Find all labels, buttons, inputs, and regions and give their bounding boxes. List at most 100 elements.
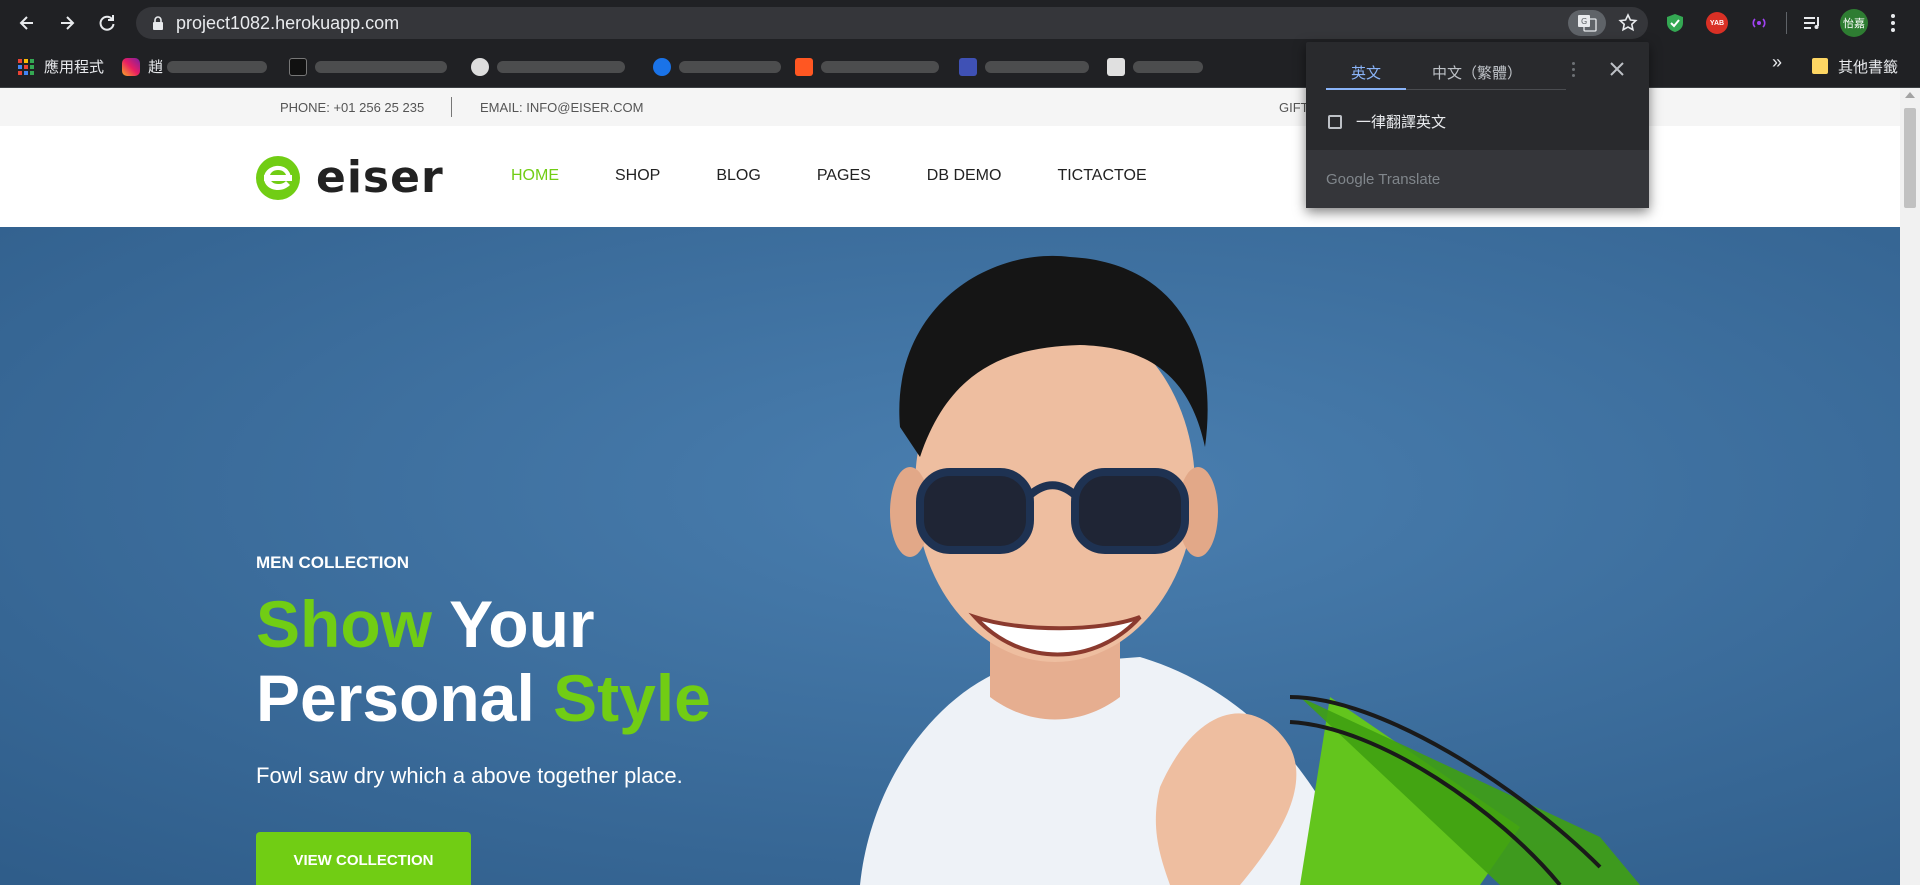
extensions-row: YAB 怡嘉 — [1660, 8, 1905, 38]
url-text: project1082.herokuapp.com — [176, 12, 400, 33]
logo-text: eiser — [316, 152, 444, 203]
radio-waves-icon — [1752, 18, 1766, 28]
headline-word: Style — [553, 661, 711, 735]
chrome-menu-button[interactable] — [1881, 8, 1905, 38]
adguard-extension-button[interactable] — [1660, 8, 1690, 38]
bookmark-item[interactable] — [471, 53, 626, 81]
translate-icon: G — [1578, 15, 1597, 32]
bookmark-label: 應用程式 — [44, 59, 105, 76]
kebab-dot — [1891, 14, 1895, 18]
translate-footer: Google Translate — [1306, 150, 1649, 208]
kebab-dot — [1572, 68, 1575, 71]
ext-badge: YAB — [1706, 12, 1728, 34]
bookmark-star-button[interactable] — [1614, 10, 1642, 36]
gift-link[interactable]: GIFT — [1279, 100, 1309, 115]
arrow-right-icon — [61, 16, 75, 30]
checkbox-label: 一律翻譯英文 — [1356, 114, 1447, 131]
email-info: EMAIL: INFO@EISER.COM — [480, 100, 644, 115]
menu-item-tictactoe[interactable]: TICTACTOE — [1057, 167, 1146, 185]
bookmark-apps[interactable]: 應用程式 — [18, 53, 104, 81]
translate-options-button[interactable] — [1572, 62, 1578, 77]
menu-item-pages[interactable]: PAGES — [817, 167, 871, 185]
translate-page-button[interactable]: G — [1568, 10, 1606, 36]
broadcast-extension-button[interactable] — [1744, 8, 1774, 38]
forward-button[interactable] — [52, 8, 82, 38]
tab-target-language[interactable]: 中文（繁體） — [1432, 56, 1522, 90]
reload-icon — [99, 15, 115, 31]
bookmark-item[interactable] — [653, 53, 782, 81]
view-collection-button[interactable]: VIEW COLLECTION — [256, 832, 471, 885]
blurred-label — [167, 60, 268, 73]
bookmarks-overflow-button[interactable]: » — [1772, 52, 1782, 73]
menu-item-home[interactable]: HOME — [511, 167, 559, 185]
tab-source-language[interactable]: 英文 — [1326, 56, 1406, 90]
scrollbar-thumb[interactable] — [1904, 108, 1916, 208]
apps-grid-icon — [18, 58, 34, 75]
blurred-label — [497, 60, 626, 73]
hero-banner: MEN COLLECTION Show Your Personal Style … — [0, 227, 1900, 885]
phone-info: PHONE: +01 256 25 235 — [280, 100, 425, 115]
logo-e-icon — [256, 155, 300, 200]
site-favicon-icon — [959, 57, 978, 76]
blurred-label — [315, 60, 448, 73]
bookmark-label: 趙 — [148, 59, 164, 76]
kebab-dot — [1891, 28, 1895, 32]
star-icon — [1618, 13, 1638, 32]
reload-button[interactable] — [92, 8, 122, 38]
site-favicon-icon — [289, 57, 308, 76]
close-icon[interactable] — [1606, 58, 1628, 80]
media-control-button[interactable] — [1797, 8, 1827, 38]
other-bookmarks-folder[interactable]: 其他書籤 — [1812, 52, 1898, 80]
browser-toolbar: project1082.herokuapp.com G YAB 怡嘉 — [0, 0, 1920, 46]
lock-icon — [153, 16, 163, 30]
profile-button[interactable]: 怡嘉 — [1839, 8, 1869, 38]
site-favicon-icon — [471, 57, 490, 76]
main-menu: HOME SHOP BLOG PAGES DB DEMO TICTACTOE — [511, 167, 1203, 185]
blurred-label — [1133, 60, 1204, 73]
avatar: 怡嘉 — [1840, 9, 1868, 37]
headline-word: Your — [449, 587, 595, 661]
folder-icon — [1812, 58, 1828, 74]
google-translate-brand: Google Translate — [1326, 171, 1441, 188]
bookmark-item[interactable] — [959, 53, 1090, 81]
menu-item-shop[interactable]: SHOP — [615, 167, 660, 185]
bookmark-item[interactable] — [795, 53, 940, 81]
always-translate-checkbox[interactable]: 一律翻譯英文 — [1328, 111, 1446, 132]
blurred-label — [985, 60, 1090, 73]
bookmark-item[interactable] — [289, 53, 448, 81]
address-bar[interactable]: project1082.herokuapp.com G — [136, 7, 1648, 39]
menu-item-blog[interactable]: BLOG — [716, 167, 760, 185]
kebab-dot — [1572, 74, 1575, 77]
blurred-label — [821, 60, 940, 73]
bookmark-label: 其他書籤 — [1838, 58, 1899, 76]
menu-item-db-demo[interactable]: DB DEMO — [927, 167, 1002, 185]
scroll-up-arrow-icon[interactable] — [1905, 92, 1915, 98]
translate-popup: 英文 中文（繁體） 一律翻譯英文 Google Translate — [1306, 42, 1649, 208]
youtube-ad-blocker-button[interactable]: YAB — [1702, 8, 1732, 38]
omnibox-actions: G — [1568, 10, 1642, 36]
arrow-left-icon — [19, 16, 33, 30]
translate-language-tabs: 英文 中文（繁體） — [1326, 56, 1566, 90]
site-favicon-icon — [795, 57, 814, 76]
headline-word: Personal — [256, 661, 535, 735]
shield-icon — [1667, 14, 1683, 32]
bookmark-item-instagram[interactable]: 趙 — [122, 53, 268, 81]
page-scrollbar[interactable] — [1900, 88, 1920, 885]
toolbar-divider — [1786, 12, 1787, 34]
kebab-dot — [1891, 21, 1895, 25]
playlist-icon — [1804, 17, 1819, 29]
checkbox-box[interactable] — [1328, 114, 1342, 129]
headline-word: Show — [256, 587, 432, 661]
blurred-label — [679, 60, 782, 73]
instagram-icon — [122, 57, 141, 76]
site-favicon-icon — [1107, 57, 1126, 76]
hero-eyebrow: MEN COLLECTION — [256, 553, 409, 572]
site-logo[interactable]: eiser — [254, 152, 444, 203]
hero-subtitle: Fowl saw dry which a above together plac… — [256, 763, 683, 788]
svg-text:G: G — [1581, 17, 1587, 26]
kebab-dot — [1572, 62, 1575, 65]
hero-headline: Show Your Personal Style — [256, 587, 711, 735]
bookmark-item[interactable] — [1107, 53, 1204, 81]
topbar-divider — [451, 97, 452, 117]
back-button[interactable] — [12, 8, 42, 38]
